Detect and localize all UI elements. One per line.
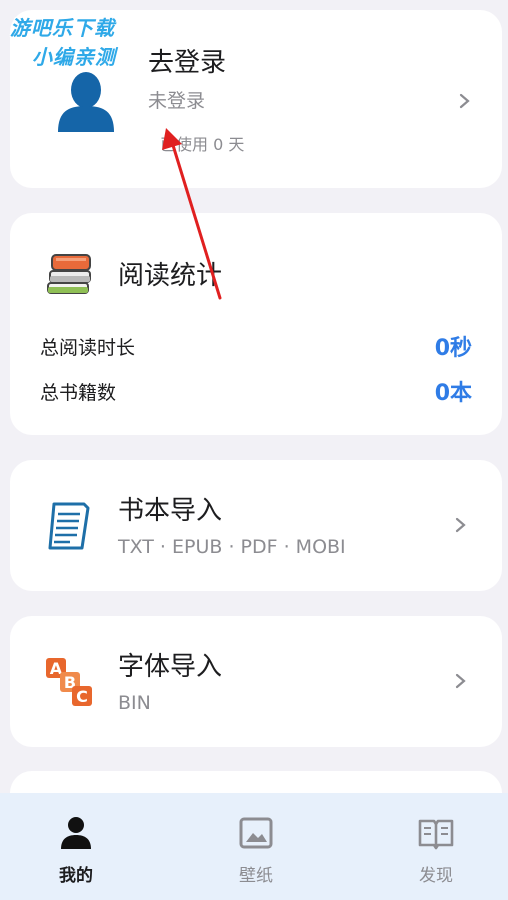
watermark: 游吧乐下载 小编亲测 — [10, 12, 142, 70]
tab-discover-label: 发现 — [419, 866, 453, 886]
image-icon — [239, 817, 273, 849]
chevron-right-icon — [454, 516, 468, 534]
person-silhouette-icon — [58, 72, 114, 132]
stacked-books-icon — [47, 254, 91, 294]
chevron-right-icon — [458, 92, 472, 110]
book-import-formats: TXT · EPUB · PDF · MOBI — [118, 536, 346, 558]
login-title[interactable]: 去登录 — [148, 42, 226, 79]
login-status: 未登录 — [148, 90, 206, 112]
watermark-line-1: 游吧乐下载 — [10, 16, 115, 40]
tab-wallpaper[interactable]: 壁纸 — [196, 793, 316, 900]
person-icon — [61, 817, 91, 849]
reading-stats-title: 阅读统计 — [118, 261, 223, 291]
tab-mine-label: 我的 — [59, 866, 93, 886]
total-books-label: 总书籍数 — [40, 382, 117, 404]
total-reading-time-value: 0秒 — [434, 336, 472, 361]
bottom-tab-bar: 我的 壁纸 发现 — [0, 793, 508, 900]
font-import-formats: BIN — [118, 692, 151, 714]
book-import-title: 书本导入 — [118, 496, 223, 526]
watermark-line-2: 小编亲测 — [32, 45, 116, 69]
document-icon — [48, 502, 90, 550]
total-books-value: 0本 — [434, 381, 472, 406]
book-import-card[interactable]: 书本导入 TXT · EPUB · PDF · MOBI — [10, 460, 502, 591]
reading-stats-card: 阅读统计 总阅读时长 0秒 总书籍数 0本 — [10, 213, 502, 435]
chevron-right-icon — [454, 672, 468, 690]
svg-text:C: C — [76, 687, 88, 706]
total-reading-time-label: 总阅读时长 — [40, 337, 136, 359]
font-import-title: 字体导入 — [118, 652, 223, 682]
abc-blocks-icon: A B C — [46, 658, 92, 706]
tab-mine[interactable]: 我的 — [16, 793, 136, 900]
tab-wallpaper-label: 壁纸 — [239, 866, 273, 886]
days-used-text: 已使用 0 天 — [160, 135, 245, 154]
font-import-card[interactable]: A B C 字体导入 BIN — [10, 616, 502, 747]
open-book-icon — [418, 819, 454, 850]
tab-discover[interactable]: 发现 — [376, 793, 496, 900]
